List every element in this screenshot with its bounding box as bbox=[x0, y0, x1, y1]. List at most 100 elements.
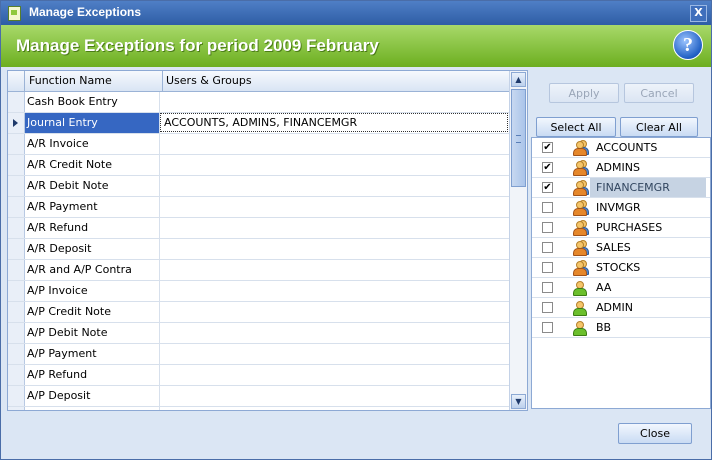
checkbox[interactable] bbox=[542, 262, 553, 273]
row-selector[interactable] bbox=[8, 260, 25, 280]
checkbox[interactable] bbox=[542, 202, 553, 213]
table-row[interactable]: Bonus Point Redemption bbox=[8, 407, 510, 410]
users-groups-cell[interactable] bbox=[160, 344, 510, 364]
list-item[interactable]: INVMGR bbox=[532, 198, 710, 218]
list-item[interactable]: ✔ ACCOUNTS bbox=[532, 138, 710, 158]
row-selector[interactable] bbox=[8, 302, 25, 322]
row-selector[interactable] bbox=[8, 281, 25, 301]
function-name-cell[interactable]: A/P Credit Note bbox=[25, 302, 160, 322]
users-groups-cell[interactable]: ACCOUNTS, ADMINS, FINANCEMGR bbox=[160, 113, 508, 132]
list-item[interactable]: STOCKS bbox=[532, 258, 710, 278]
list-item[interactable]: ✔ ADMINS bbox=[532, 158, 710, 178]
function-name-cell[interactable]: A/P Debit Note bbox=[25, 323, 160, 343]
checkbox[interactable] bbox=[542, 222, 553, 233]
users-groups-cell[interactable] bbox=[160, 365, 510, 385]
table-row[interactable]: Journal Entry ACCOUNTS, ADMINS, FINANCEMG… bbox=[8, 113, 509, 134]
table-row[interactable]: A/R and A/P Contra bbox=[8, 260, 509, 281]
function-name-cell[interactable]: Bonus Point Redemption bbox=[25, 407, 160, 410]
row-selector[interactable] bbox=[8, 176, 25, 196]
table-row[interactable]: A/P Deposit bbox=[8, 386, 509, 407]
cancel-button[interactable]: Cancel bbox=[624, 83, 694, 103]
users-groups-cell[interactable] bbox=[160, 302, 510, 322]
row-selector[interactable] bbox=[8, 218, 25, 238]
title-bar[interactable]: Manage Exceptions X bbox=[1, 1, 711, 25]
row-selector[interactable] bbox=[8, 155, 25, 175]
users-groups-cell[interactable] bbox=[160, 239, 510, 259]
users-groups-cell[interactable] bbox=[160, 386, 510, 406]
row-selector[interactable] bbox=[8, 92, 25, 112]
function-name-cell[interactable]: A/P Invoice bbox=[25, 281, 160, 301]
checkbox[interactable] bbox=[542, 242, 553, 253]
users-groups-cell[interactable] bbox=[160, 176, 510, 196]
row-selector[interactable] bbox=[8, 239, 25, 259]
scrollbar-thumb[interactable] bbox=[511, 89, 526, 187]
row-selector[interactable] bbox=[8, 386, 25, 406]
scroll-down-icon[interactable]: ▼ bbox=[511, 394, 526, 409]
users-groups-cell[interactable] bbox=[160, 155, 510, 175]
table-row[interactable]: A/R Payment bbox=[8, 197, 509, 218]
function-name-cell[interactable]: A/R Invoice bbox=[25, 134, 160, 154]
users-groups-cell[interactable] bbox=[160, 92, 510, 112]
users-groups-cell[interactable] bbox=[160, 281, 510, 301]
function-name-cell[interactable]: A/R Deposit bbox=[25, 239, 160, 259]
users-groups-cell[interactable] bbox=[160, 407, 510, 410]
row-selector[interactable] bbox=[8, 197, 25, 217]
scroll-up-icon[interactable]: ▲ bbox=[511, 72, 526, 87]
checkbox[interactable]: ✔ bbox=[542, 182, 553, 193]
row-selector[interactable] bbox=[8, 134, 25, 154]
function-name-cell[interactable]: A/R Payment bbox=[25, 197, 160, 217]
table-row[interactable]: A/P Debit Note bbox=[8, 323, 509, 344]
close-button[interactable]: Close bbox=[618, 423, 692, 444]
table-row[interactable]: A/P Refund bbox=[8, 365, 509, 386]
checkbox[interactable] bbox=[542, 282, 553, 293]
apply-button[interactable]: Apply bbox=[549, 83, 619, 103]
help-icon[interactable]: ? bbox=[673, 30, 703, 60]
table-row[interactable]: A/R Invoice bbox=[8, 134, 509, 155]
list-item[interactable]: PURCHASES bbox=[532, 218, 710, 238]
user-group-icon bbox=[571, 260, 589, 276]
list-item[interactable]: BB bbox=[532, 318, 710, 338]
column-header-users-groups[interactable]: Users & Groups bbox=[163, 71, 506, 91]
table-row[interactable]: A/P Credit Note bbox=[8, 302, 509, 323]
function-name-cell[interactable]: Journal Entry bbox=[25, 113, 160, 133]
function-name-cell[interactable]: A/R and A/P Contra bbox=[25, 260, 160, 280]
function-name-cell[interactable]: A/R Refund bbox=[25, 218, 160, 238]
table-row[interactable]: A/R Deposit bbox=[8, 239, 509, 260]
clear-all-button[interactable]: Clear All bbox=[620, 117, 698, 137]
checkbox[interactable]: ✔ bbox=[542, 162, 553, 173]
row-selector[interactable] bbox=[8, 323, 25, 343]
function-name-cell[interactable]: A/R Debit Note bbox=[25, 176, 160, 196]
function-name-cell[interactable]: A/R Credit Note bbox=[25, 155, 160, 175]
users-groups-cell[interactable] bbox=[160, 323, 510, 343]
function-name-cell[interactable]: Cash Book Entry bbox=[25, 92, 160, 112]
list-item[interactable]: SALES bbox=[532, 238, 710, 258]
checkbox[interactable]: ✔ bbox=[542, 142, 553, 153]
checkbox[interactable] bbox=[542, 302, 553, 313]
list-item[interactable]: AA bbox=[532, 278, 710, 298]
table-row[interactable]: A/R Debit Note bbox=[8, 176, 509, 197]
row-selector[interactable] bbox=[8, 365, 25, 385]
row-selector[interactable] bbox=[8, 113, 25, 133]
function-name-cell[interactable]: A/P Refund bbox=[25, 365, 160, 385]
grid-vertical-scrollbar[interactable]: ▲ ▼ bbox=[509, 71, 527, 410]
checkbox[interactable] bbox=[542, 322, 553, 333]
users-groups-cell[interactable] bbox=[160, 260, 510, 280]
table-row[interactable]: A/R Credit Note bbox=[8, 155, 509, 176]
row-selector[interactable] bbox=[8, 407, 25, 410]
table-row[interactable]: Cash Book Entry bbox=[8, 92, 509, 113]
users-groups-cell[interactable] bbox=[160, 197, 510, 217]
table-row[interactable]: A/P Payment bbox=[8, 344, 509, 365]
list-item[interactable]: ADMIN bbox=[532, 298, 710, 318]
users-groups-cell[interactable] bbox=[160, 134, 510, 154]
users-groups-cell[interactable] bbox=[160, 218, 510, 238]
select-all-button[interactable]: Select All bbox=[536, 117, 616, 137]
table-row[interactable]: A/P Invoice bbox=[8, 281, 509, 302]
row-selector[interactable] bbox=[8, 344, 25, 364]
column-header-function-name[interactable]: Function Name bbox=[25, 71, 163, 91]
table-row[interactable]: A/R Refund bbox=[8, 218, 509, 239]
list-item[interactable]: ✔ FINANCEMGR bbox=[532, 178, 710, 198]
grid-header: Function Name Users & Groups bbox=[8, 71, 509, 92]
function-name-cell[interactable]: A/P Deposit bbox=[25, 386, 160, 406]
function-name-cell[interactable]: A/P Payment bbox=[25, 344, 160, 364]
close-window-button[interactable]: X bbox=[690, 5, 707, 22]
